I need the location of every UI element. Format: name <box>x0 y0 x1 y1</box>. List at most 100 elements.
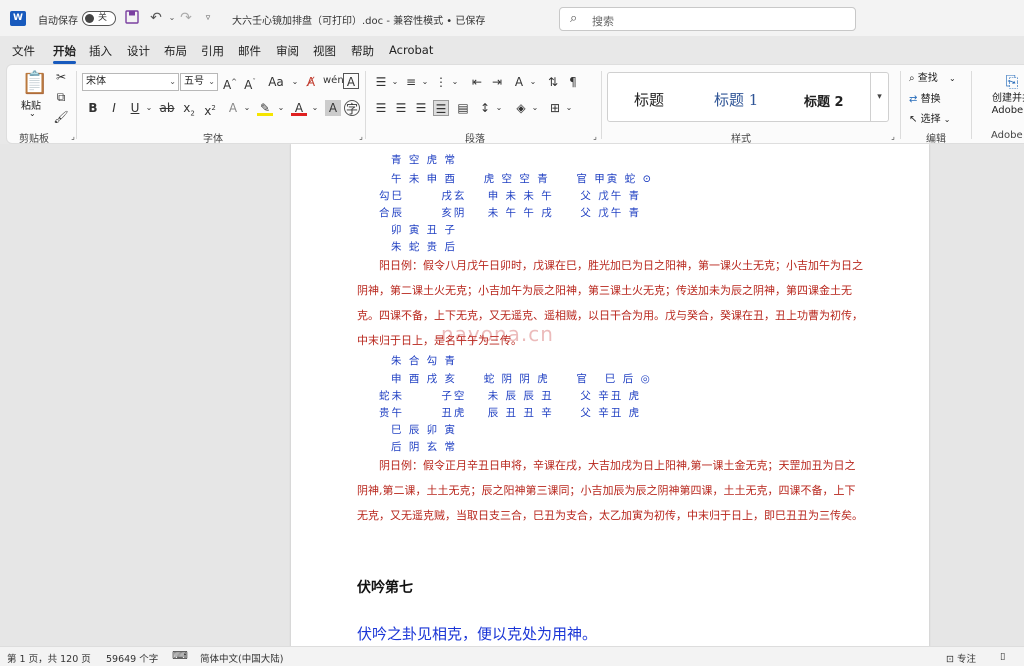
superscript-icon[interactable]: x2 <box>202 100 218 118</box>
tab-mailings[interactable]: 邮件 <box>238 43 261 59</box>
create-share-adobe-pdf-button[interactable]: ⎘ 创建并共 Adobe P <box>982 71 1024 117</box>
styles-expand-icon[interactable]: ▾ <box>870 73 888 121</box>
replace-button[interactable]: ⇄ 替换 <box>909 90 941 105</box>
increase-indent-icon[interactable]: ⇥ <box>489 74 505 90</box>
font-color-icon[interactable]: A <box>291 100 307 116</box>
lesson-chart-line: 勾巳 戌玄 申 未 未 午 父 戊午 青 <box>379 190 642 202</box>
word-window: W 自动保存 关 ↶ ⌄ ↷ ▿ 大六壬心镜加排盘（可打印）.doc - 兼容性… <box>0 0 1024 666</box>
distributed-icon[interactable]: ▤ <box>455 100 471 116</box>
redo-icon[interactable]: ↷ <box>178 10 194 26</box>
paste-icon[interactable]: 📋 <box>21 71 48 97</box>
find-label: 查找 <box>917 73 938 84</box>
align-center-icon[interactable]: ☰ <box>393 100 409 116</box>
enclose-characters-icon[interactable]: 字 <box>344 100 360 116</box>
styles-group-label: 样式 <box>731 134 751 145</box>
styles-launcher-icon[interactable]: ⌟ <box>885 129 901 145</box>
tab-review[interactable]: 审阅 <box>276 43 299 59</box>
chevron-down-icon[interactable]: ⌄ <box>417 74 433 90</box>
change-case-icon[interactable]: Aa <box>265 74 287 90</box>
chevron-down-icon[interactable]: ⌄ <box>387 74 403 90</box>
align-left-icon[interactable]: ☰ <box>373 100 389 116</box>
document-title[interactable]: 大六壬心镜加排盘（可打印）.doc - 兼容性模式 • 已保存 <box>232 12 485 27</box>
focus-mode-button[interactable]: ⊡ 专注 <box>946 651 976 665</box>
font-launcher-icon[interactable]: ⌟ <box>353 129 369 145</box>
tab-layout[interactable]: 布局 <box>164 43 187 59</box>
page-count[interactable]: 第 1 页，共 120 页 <box>7 651 91 665</box>
italic-icon[interactable]: I <box>106 100 122 116</box>
justify-icon[interactable]: ☰ <box>433 100 449 116</box>
read-mode-icon[interactable]: ▯ <box>1000 651 1005 662</box>
proofing-icon[interactable]: ⌨ <box>172 649 188 662</box>
chevron-down-icon[interactable]: ⌄ <box>141 100 157 116</box>
character-border-icon[interactable]: A <box>343 73 359 89</box>
select-button[interactable]: ↖ 选择 ⌄ <box>909 110 950 125</box>
section-heading[interactable]: 伏吟第七 <box>357 577 413 597</box>
sort-icon[interactable]: ⇅ <box>545 74 561 90</box>
font-size-select[interactable]: 五号 ⌄ <box>180 73 218 91</box>
phonetic-guide-icon[interactable]: wén <box>323 73 344 89</box>
chevron-down-icon[interactable]: ⌄ <box>525 74 541 90</box>
editing-group-label: 编辑 <box>926 134 946 145</box>
grow-font-icon[interactable]: A^ <box>222 74 238 92</box>
separator <box>365 71 366 139</box>
clipboard-launcher-icon[interactable]: ⌟ <box>65 129 81 145</box>
style-title[interactable]: 标题 <box>634 89 664 110</box>
paragraph-text: 阴日例：假令正月辛丑日申将，辛课在戌，大吉加戌为日上阳神,第一课土金无克；天罡加… <box>357 459 863 522</box>
show-formatting-marks-icon[interactable]: ¶ <box>565 74 581 90</box>
tab-home[interactable]: 开始 <box>53 43 76 64</box>
chevron-down-icon: ⌄ <box>169 77 176 86</box>
highlight-icon[interactable]: ✎ <box>257 100 273 116</box>
chevron-down-icon[interactable]: ⌄ <box>239 100 255 116</box>
font-size-value: 五号 <box>184 76 204 87</box>
chevron-down-icon[interactable]: ⌄ <box>561 100 577 116</box>
tab-design[interactable]: 设计 <box>127 43 150 59</box>
shrink-font-icon[interactable]: Aˇ <box>242 74 258 92</box>
chevron-down-icon[interactable]: ⌄ <box>307 100 323 116</box>
decrease-indent-icon[interactable]: ⇤ <box>469 74 485 90</box>
font-name-select[interactable]: 宋体 ⌄ <box>82 73 179 91</box>
character-shading-icon[interactable]: A <box>325 100 341 116</box>
tab-references[interactable]: 引用 <box>201 43 224 59</box>
paste-dropdown-icon[interactable]: ⌄ <box>29 109 36 118</box>
undo-icon[interactable]: ↶ <box>148 10 164 26</box>
copy-icon[interactable]: ⧉ <box>53 89 69 105</box>
chevron-down-icon[interactable]: ⌄ <box>491 100 507 116</box>
word-count[interactable]: 59649 个字 <box>106 651 158 665</box>
yang-day-example-paragraph[interactable]: 阳日例：假令八月戊午日卯时，戊课在巳，胜光加巳为日之阳神，第一课火土无克；小吉加… <box>357 253 863 353</box>
document-workspace[interactable]: 青 空 虎 常 午 未 申 酉 虎 空 空 青 官 甲寅 蛇 ⊙ 勾巳 戌玄 申… <box>0 144 1024 646</box>
tab-view[interactable]: 视图 <box>313 43 336 59</box>
chevron-down-icon[interactable]: ⌄ <box>273 100 289 116</box>
format-painter-icon[interactable]: 🖌 <box>53 109 69 125</box>
strikethrough-icon[interactable]: ab <box>159 100 175 116</box>
tab-insert[interactable]: 插入 <box>89 43 112 59</box>
style-heading-1[interactable]: 标题 1 <box>714 89 758 110</box>
focus-icon: ⊡ <box>946 654 954 665</box>
blue-subheading[interactable]: 伏吟之卦见相克，便以克处为用神。 <box>357 623 597 644</box>
subscript-icon[interactable]: x2 <box>181 100 197 117</box>
chevron-down-icon[interactable]: ⌄ <box>527 100 543 116</box>
save-icon[interactable] <box>124 10 140 26</box>
tab-help[interactable]: 帮助 <box>351 43 374 59</box>
document-page[interactable]: 青 空 虎 常 午 未 申 酉 虎 空 空 青 官 甲寅 蛇 ⊙ 勾巳 戌玄 申… <box>291 144 929 646</box>
align-right-icon[interactable]: ☰ <box>413 100 429 116</box>
bold-icon[interactable]: B <box>85 100 101 116</box>
yin-day-example-paragraph[interactable]: 阴日例：假令正月辛丑日申将，辛课在戌，大吉加戌为日上阳神,第一课土金无克；天罡加… <box>357 453 863 528</box>
customize-toolbar-icon[interactable]: ▿ <box>200 10 216 26</box>
chevron-down-icon[interactable]: ⌄ <box>447 74 463 90</box>
ribbon-tabs: 文件 开始 插入 设计 布局 引用 邮件 审阅 视图 帮助 Acrobat <box>0 38 1024 64</box>
select-icon: ↖ <box>909 114 918 125</box>
autosave-toggle[interactable]: 关 <box>82 11 116 26</box>
style-heading-2[interactable]: 标题 2 <box>804 91 844 110</box>
chevron-down-icon[interactable]: ⌄ <box>287 74 303 90</box>
search-box[interactable]: ⌕ 搜索 <box>559 7 856 31</box>
language-indicator[interactable]: 简体中文(中国大陆) <box>200 651 283 665</box>
find-icon: ⌕ <box>909 73 915 84</box>
status-bar: 第 1 页，共 120 页 59649 个字 ⌨ 简体中文(中国大陆) ⊡ 专注… <box>0 646 1024 666</box>
clear-formatting-icon[interactable]: A̸ <box>303 74 319 90</box>
lesson-chart-line: 巳 辰 卯 寅 <box>391 424 458 436</box>
separator <box>601 71 602 139</box>
find-button[interactable]: ⌕ 查找 ⌄ <box>909 69 956 84</box>
cut-icon[interactable]: ✂ <box>53 69 69 85</box>
tab-file[interactable]: 文件 <box>12 43 35 59</box>
tab-acrobat[interactable]: Acrobat <box>389 43 433 57</box>
